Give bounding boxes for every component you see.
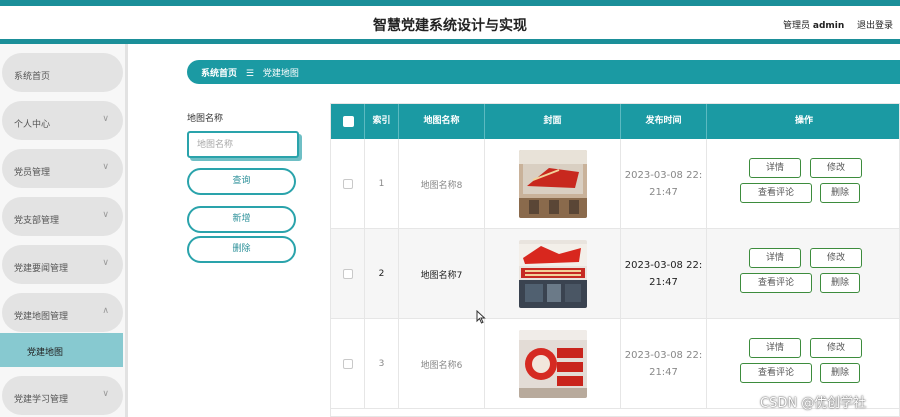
table-row: 1 地图名称8 2023-03-08 22: 21:47 详情 修改 查看评论: [331, 139, 899, 229]
row-checkbox[interactable]: [342, 359, 353, 369]
row-cover-cell: [485, 139, 621, 229]
view-comments-button[interactable]: 查看评论: [740, 273, 812, 293]
edit-button[interactable]: 修改: [810, 248, 862, 268]
edit-button[interactable]: 修改: [810, 158, 862, 178]
menu-icon: ☰: [245, 69, 254, 79]
top-bar: 智慧党建系统设计与实现 管理员 admin 退出登录: [0, 0, 900, 44]
column-header-index: 索引: [365, 104, 399, 139]
detail-button[interactable]: 详情: [749, 338, 801, 358]
view-comments-button[interactable]: 查看评论: [740, 363, 812, 383]
user-info: 管理员 admin: [783, 18, 844, 31]
logout-link[interactable]: 退出登录: [857, 18, 893, 31]
row-actions-cell: 详情 修改 查看评论 删除: [707, 229, 899, 319]
breadcrumb: 系统首页 ☰ 党建地图: [187, 60, 900, 84]
row-date-cell: 2023-03-08 22: 21:47: [621, 229, 707, 319]
table-header: 索引 地图名称 封面 发布时间 操作: [331, 104, 899, 139]
row-checkbox-cell: [331, 139, 365, 229]
watermark: CSDN @优创学社: [760, 396, 867, 411]
sidebar-item-label: 党建学习管理: [14, 395, 69, 405]
row-checkbox[interactable]: [342, 269, 353, 279]
row-index: 1: [365, 139, 399, 229]
sidebar-item-news-management[interactable]: 党建要闻管理 ∨: [2, 245, 123, 284]
app-title: 智慧党建系统设计与实现: [373, 18, 527, 34]
select-all-cell: [331, 104, 365, 139]
row-date-cell: 2023-03-08 22: 21:47: [621, 319, 707, 409]
row-time: 21:47: [649, 277, 678, 288]
sidebar-item-label: 个人中心: [14, 120, 51, 130]
row-map-name: 地图名称8: [399, 139, 485, 229]
delete-button[interactable]: 删除: [187, 236, 296, 263]
row-delete-button[interactable]: 删除: [820, 363, 860, 383]
sidebar-item-personal-center[interactable]: 个人中心 ∨: [2, 101, 123, 140]
row-cover-cell: [485, 319, 621, 409]
sidebar-item-label: 系统首页: [14, 72, 51, 82]
sidebar-item-home[interactable]: 系统首页: [2, 53, 123, 92]
sidebar: 系统首页 个人中心 ∨ 党员管理 ∨ 党支部管理 ∨ 党建要闻管理 ∨ 党建地图…: [0, 44, 128, 417]
sidebar-item-member-management[interactable]: 党员管理 ∨: [2, 149, 123, 188]
sidebar-subitem-map[interactable]: 党建地图: [0, 333, 123, 367]
sidebar-item-branch-management[interactable]: 党支部管理 ∨: [2, 197, 123, 236]
username: admin: [812, 21, 845, 31]
row-checkbox[interactable]: [342, 179, 353, 189]
row-date-cell: 2023-03-08 22: 21:47: [621, 139, 707, 229]
select-all-checkbox[interactable]: [343, 116, 354, 127]
row-cover-cell: [485, 229, 621, 319]
row-delete-button[interactable]: 删除: [820, 273, 860, 293]
row-time: 21:47: [649, 187, 678, 198]
detail-button[interactable]: 详情: [749, 158, 801, 178]
user-role: 管理员: [783, 21, 811, 31]
edit-button[interactable]: 修改: [810, 338, 862, 358]
data-table: 索引 地图名称 封面 发布时间 操作 1 地图名称8 2023-03-08 22…: [330, 103, 900, 417]
sidebar-item-map-management[interactable]: 党建地图管理 ∧: [2, 293, 123, 332]
breadcrumb-current: 党建地图: [262, 69, 299, 79]
sidebar-item-label: 党建地图管理: [14, 312, 69, 322]
column-header-cover: 封面: [485, 104, 621, 139]
detail-button[interactable]: 详情: [749, 248, 801, 268]
row-checkbox-cell: [331, 319, 365, 409]
chevron-down-icon: ∨: [102, 258, 109, 268]
query-button[interactable]: 查询: [187, 168, 296, 195]
column-header-actions: 操作: [794, 116, 813, 126]
chevron-down-icon: ∨: [102, 389, 109, 399]
column-header-name: 地图名称: [399, 104, 485, 139]
row-index: 3: [365, 319, 399, 409]
row-checkbox-cell: [331, 229, 365, 319]
cover-image: [518, 330, 587, 398]
cover-image: [518, 240, 587, 308]
row-actions-cell: 详情 修改 查看评论 删除: [707, 139, 899, 229]
sidebar-item-label: 党建要闻管理: [14, 264, 69, 274]
row-map-name: 地图名称6: [399, 319, 485, 409]
row-date: 2023-03-08 22:: [624, 170, 703, 181]
sidebar-item-study-management[interactable]: 党建学习管理 ∨: [2, 376, 123, 415]
add-button[interactable]: 新增: [187, 206, 296, 233]
sidebar-item-label: 党支部管理: [14, 216, 60, 226]
search-input[interactable]: [187, 131, 299, 158]
sidebar-item-label: 党员管理: [14, 168, 51, 178]
row-date: 2023-03-08 22:: [624, 350, 703, 361]
search-label: 地图名称: [187, 114, 224, 124]
mouse-cursor-icon: [476, 310, 486, 324]
row-date: 2023-03-08 22:: [624, 260, 703, 271]
row-time: 21:47: [649, 367, 678, 378]
row-map-name: 地图名称7: [399, 229, 485, 319]
cover-image: [518, 150, 587, 218]
chevron-up-icon: ∧: [102, 306, 109, 316]
column-header-date: 发布时间: [621, 104, 707, 139]
breadcrumb-home[interactable]: 系统首页: [201, 69, 237, 79]
chevron-down-icon: ∨: [102, 210, 109, 220]
chevron-down-icon: ∨: [102, 114, 109, 124]
row-index: 2: [365, 229, 399, 319]
view-comments-button[interactable]: 查看评论: [740, 183, 812, 203]
table-row: 2 地图名称7 2023-03-08 22: 21:47 详情 修改 查看评论 …: [331, 229, 899, 319]
row-delete-button[interactable]: 删除: [820, 183, 860, 203]
sidebar-subitem-label: 党建地图: [27, 348, 64, 358]
chevron-down-icon: ∨: [102, 162, 109, 172]
